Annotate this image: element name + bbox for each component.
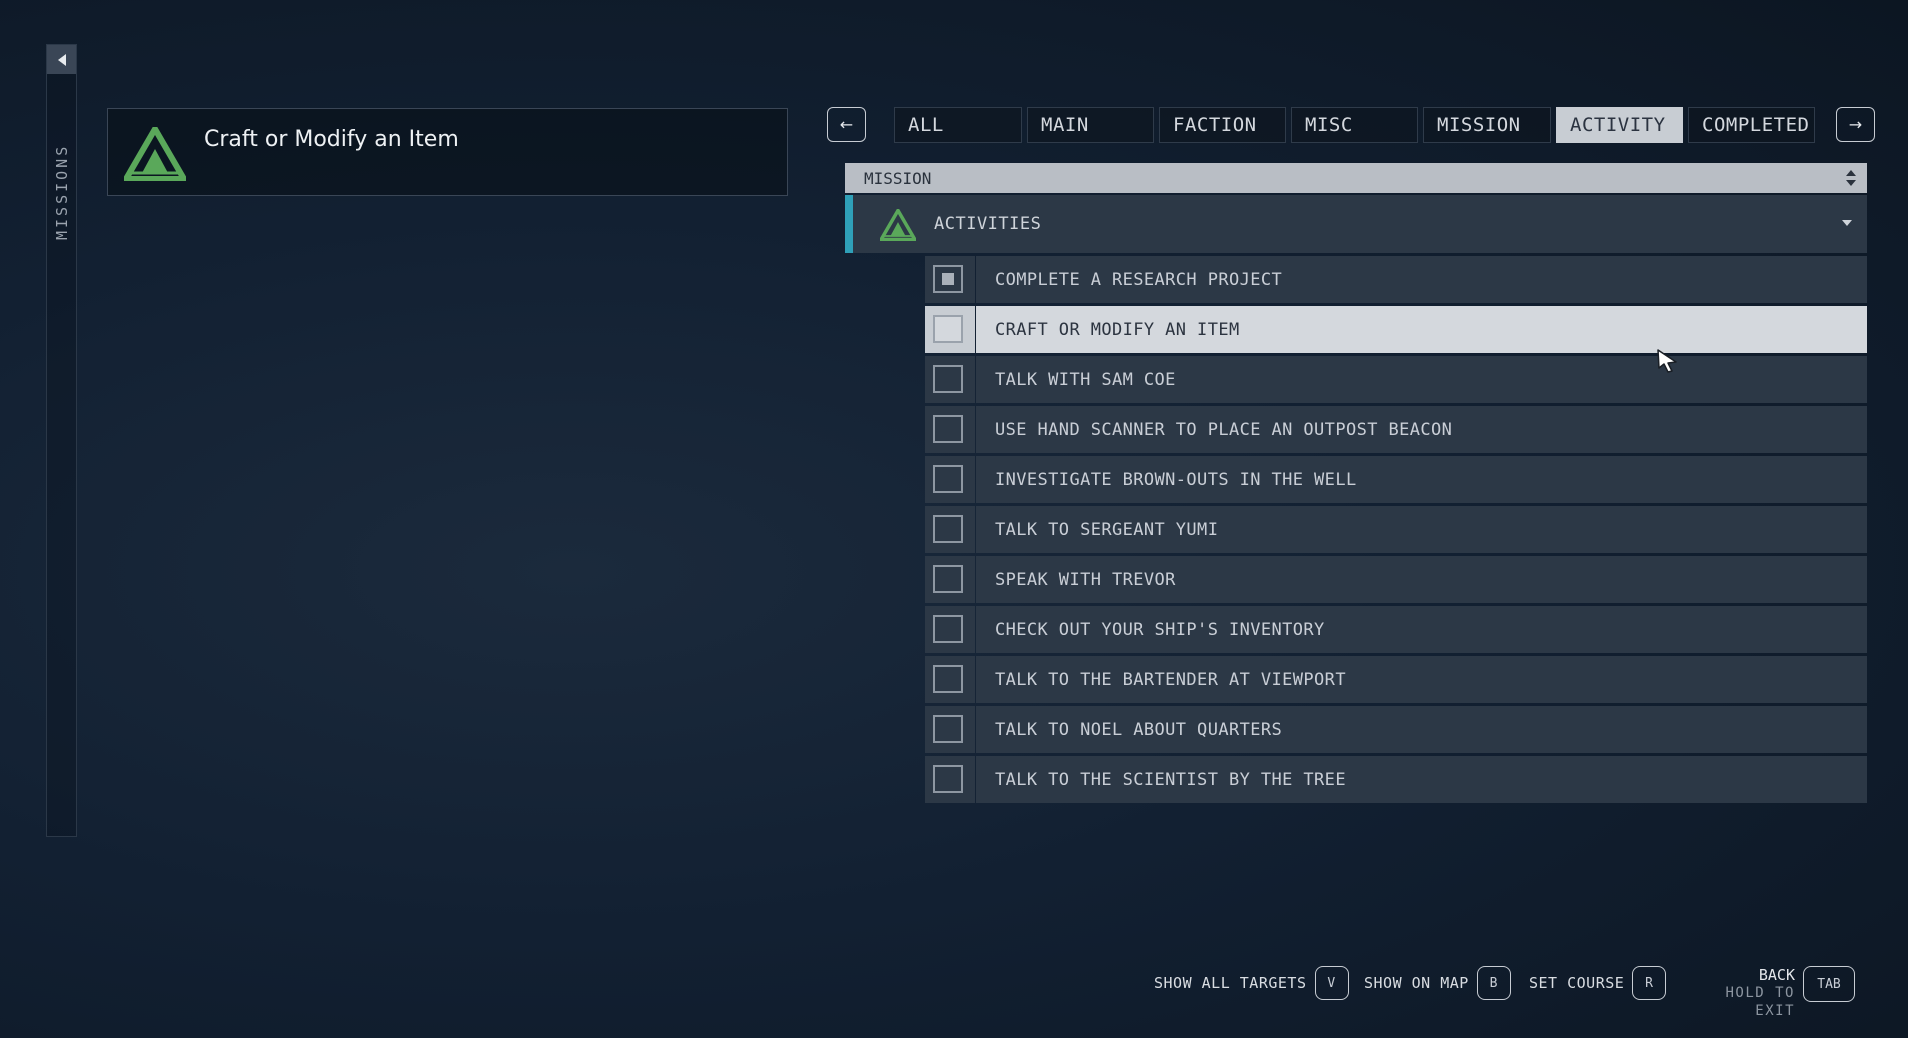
mission-checkbox[interactable] xyxy=(933,415,963,443)
tab-misc[interactable]: MISC xyxy=(1291,107,1418,143)
sort-arrows-icon xyxy=(1846,170,1856,186)
mission-row[interactable]: TALK WITH SAM COE xyxy=(925,356,1867,403)
mouse-cursor-icon xyxy=(1657,349,1677,373)
back-hint[interactable]: BACK HOLD TO EXIT xyxy=(1686,966,1795,1020)
chevron-down-icon xyxy=(1842,220,1852,226)
show-all-targets-hint[interactable]: SHOW ALL TARGETS V xyxy=(1154,965,1349,1001)
tab-label: MISC xyxy=(1305,114,1353,136)
mission-label: TALK TO THE SCIENTIST BY THE TREE xyxy=(976,756,1867,803)
mission-checkbox[interactable] xyxy=(933,765,963,793)
checkbox-cell xyxy=(925,406,975,453)
tab-label: FACTION xyxy=(1173,114,1257,136)
mission-row[interactable]: TALK TO SERGEANT YUMI xyxy=(925,506,1867,553)
mission-checkbox[interactable] xyxy=(933,665,963,693)
checkbox-cell xyxy=(925,506,975,553)
key-v: V xyxy=(1314,966,1349,1000)
mission-checkbox[interactable] xyxy=(933,715,963,743)
mission-row[interactable]: INVESTIGATE BROWN-OUTS IN THE WELL xyxy=(925,456,1867,503)
tab-label: MAIN xyxy=(1041,114,1089,136)
mission-row[interactable]: TALK TO THE BARTENDER AT VIEWPORT xyxy=(925,656,1867,703)
checkbox-cell xyxy=(925,706,975,753)
mission-row[interactable]: SPEAK WITH TREVOR xyxy=(925,556,1867,603)
mission-checkbox[interactable] xyxy=(933,465,963,493)
tab-label: ALL xyxy=(908,114,944,136)
checkbox-cell xyxy=(925,306,975,353)
constellation-logo-icon xyxy=(880,209,916,241)
mission-checkbox[interactable] xyxy=(933,265,963,293)
prev-tab-button[interactable]: ← xyxy=(827,107,866,142)
tab-label: COMPLETED xyxy=(1702,114,1810,136)
tab-main[interactable]: MAIN xyxy=(1027,107,1154,143)
tab-faction[interactable]: FACTION xyxy=(1159,107,1286,143)
mission-label: COMPLETE A RESEARCH PROJECT xyxy=(976,256,1867,303)
hold-to-exit-label: HOLD TO EXIT xyxy=(1725,985,1795,1019)
arrow-right-icon: → xyxy=(1848,115,1863,134)
checkbox-cell xyxy=(925,606,975,653)
hint-label: SET COURSE xyxy=(1529,974,1625,992)
collapse-sidebar-button[interactable] xyxy=(47,45,76,74)
mission-row-selected[interactable]: CRAFT OR MODIFY AN ITEM xyxy=(925,306,1867,353)
category-activities[interactable]: ACTIVITIES xyxy=(845,195,1867,253)
mission-checkbox[interactable] xyxy=(933,515,963,543)
key-tab: TAB xyxy=(1803,966,1855,1002)
constellation-logo-icon xyxy=(124,127,186,181)
hint-label: SHOW ALL TARGETS xyxy=(1154,974,1307,992)
checkbox-cell xyxy=(925,756,975,803)
sidebar-label: MISSIONS xyxy=(53,143,71,241)
mission-row[interactable]: CHECK OUT YOUR SHIP'S INVENTORY xyxy=(925,606,1867,653)
mission-label: INVESTIGATE BROWN-OUTS IN THE WELL xyxy=(976,456,1867,503)
tab-activity[interactable]: ACTIVITY xyxy=(1556,107,1683,143)
mission-label: CRAFT OR MODIFY AN ITEM xyxy=(976,306,1867,353)
next-tab-button[interactable]: → xyxy=(1836,107,1875,142)
missions-sidebar: MISSIONS xyxy=(46,44,77,837)
mission-row[interactable]: USE HAND SCANNER TO PLACE AN OUTPOST BEA… xyxy=(925,406,1867,453)
checkbox-cell xyxy=(925,456,975,503)
mission-checkbox[interactable] xyxy=(933,365,963,393)
tab-all[interactable]: ALL xyxy=(894,107,1022,143)
tab-label: ACTIVITY xyxy=(1570,114,1666,136)
set-course-hint[interactable]: SET COURSE R xyxy=(1529,965,1667,1001)
show-on-map-hint[interactable]: SHOW ON MAP B xyxy=(1364,965,1511,1001)
selected-mission-card: Craft or Modify an Item xyxy=(107,108,788,196)
mission-label: TALK WITH SAM COE xyxy=(976,356,1867,403)
mission-label: TALK TO SERGEANT YUMI xyxy=(976,506,1867,553)
sort-dropdown[interactable]: MISSION xyxy=(845,163,1867,193)
checkbox-cell xyxy=(925,656,975,703)
mission-row[interactable]: TALK TO NOEL ABOUT QUARTERS xyxy=(925,706,1867,753)
tab-mission[interactable]: MISSION xyxy=(1423,107,1551,143)
mission-label: SPEAK WITH TREVOR xyxy=(976,556,1867,603)
category-label: ACTIVITIES xyxy=(934,214,1042,234)
mission-label: USE HAND SCANNER TO PLACE AN OUTPOST BEA… xyxy=(976,406,1867,453)
mission-label: CHECK OUT YOUR SHIP'S INVENTORY xyxy=(976,606,1867,653)
key-r: R xyxy=(1632,966,1667,1000)
hint-label: SHOW ON MAP xyxy=(1364,974,1469,992)
mission-checkbox[interactable] xyxy=(933,615,963,643)
sort-label: MISSION xyxy=(864,168,932,188)
arrow-left-icon: ← xyxy=(839,115,854,134)
key-b: B xyxy=(1476,966,1511,1000)
checkbox-cell xyxy=(925,256,975,303)
tab-label: MISSION xyxy=(1437,114,1521,136)
checkbox-cell xyxy=(925,556,975,603)
mission-label: TALK TO THE BARTENDER AT VIEWPORT xyxy=(976,656,1867,703)
mission-row[interactable]: TALK TO THE SCIENTIST BY THE TREE xyxy=(925,756,1867,803)
tab-completed[interactable]: COMPLETED xyxy=(1688,107,1815,143)
checkbox-cell xyxy=(925,356,975,403)
selected-mission-title: Craft or Modify an Item xyxy=(204,127,459,152)
caret-left-icon xyxy=(57,53,66,66)
mission-checkbox[interactable] xyxy=(933,315,963,343)
mission-label: TALK TO NOEL ABOUT QUARTERS xyxy=(976,706,1867,753)
mission-row[interactable]: COMPLETE A RESEARCH PROJECT xyxy=(925,256,1867,303)
key-tab-label: TAB xyxy=(1803,966,1855,1002)
back-label: BACK xyxy=(1758,966,1795,984)
mission-checkbox[interactable] xyxy=(933,565,963,593)
